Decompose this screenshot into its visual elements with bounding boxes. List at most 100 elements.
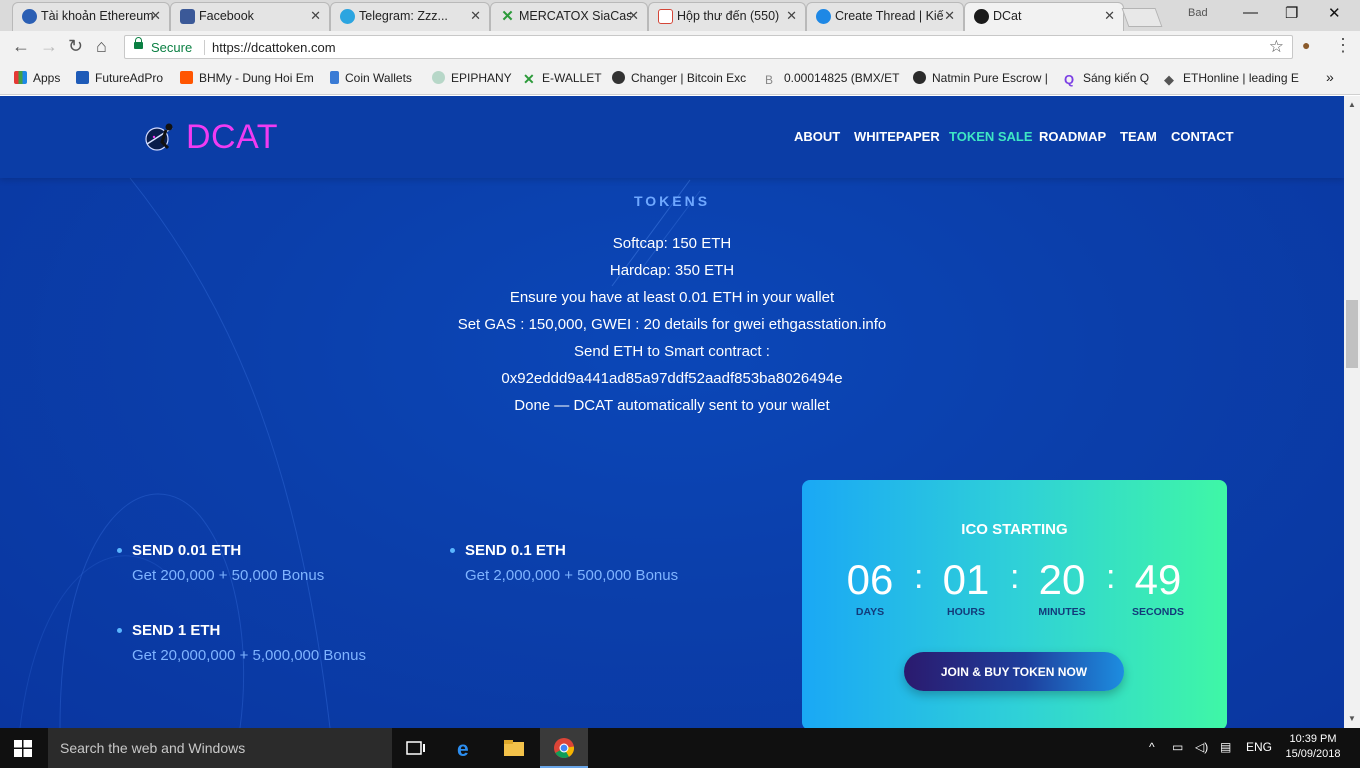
colon-separator: : — [1010, 558, 1020, 596]
bookmark-label: Sáng kiến Q — [1083, 71, 1150, 85]
seconds-label: SECONDS — [1132, 606, 1184, 618]
network-icon[interactable]: ▭ — [1172, 740, 1183, 754]
futureadpro-icon — [76, 71, 89, 84]
close-tab-icon[interactable]: ✕ — [470, 8, 481, 24]
site-logo-text[interactable]: DCAT — [186, 118, 278, 157]
bookmark-e-wallet[interactable]: ✕ E-WALLET — [523, 71, 602, 86]
language-indicator[interactable]: ENG — [1246, 740, 1272, 754]
taskbar-search[interactable]: Search the web and Windows — [48, 728, 392, 768]
forward-arrow-icon[interactable]: → — [40, 36, 58, 57]
bitmart-icon: B — [765, 73, 774, 87]
edge-browser-icon[interactable]: e — [454, 736, 478, 760]
q-icon: Q — [1064, 72, 1075, 87]
web-page: DCAT ABOUT WHITEPAPER TOKEN SALE ROADMAP… — [0, 96, 1344, 728]
close-tab-icon[interactable]: ✕ — [944, 8, 955, 24]
nav-team[interactable]: TEAM — [1120, 129, 1157, 144]
bookmark-changer[interactable]: Changer | Bitcoin Exc — [612, 71, 746, 85]
bookmark-coin-wallets[interactable]: Coin Wallets — [330, 71, 412, 85]
ethereum-icon: ◆ — [1164, 72, 1174, 87]
tab-title: Tài khoản Ethereum — [41, 9, 153, 23]
bookmark-natmin[interactable]: Natmin Pure Escrow | — [913, 71, 1048, 85]
bookmark-epiphany[interactable]: EPIPHANY — [432, 71, 512, 85]
extension-icon[interactable]: ● — [1302, 37, 1310, 53]
bookmark-label: Apps — [33, 71, 61, 85]
taskbar-clock[interactable]: 10:39 PM 15/09/2018 — [1284, 732, 1342, 762]
gas-settings-text: Set GAS : 150,000, GWEI : 20 details for… — [457, 316, 887, 333]
new-tab-button[interactable] — [1121, 8, 1163, 27]
offer-title: SEND 0.1 ETH — [465, 542, 566, 559]
url-text[interactable]: https://dcattoken.com — [212, 40, 336, 55]
tab-create-thread[interactable]: Create Thread | Kiế ✕ — [806, 2, 964, 31]
close-tab-icon[interactable]: ✕ — [628, 8, 639, 24]
file-explorer-icon[interactable] — [502, 736, 526, 760]
menu-icon[interactable]: ⋮ — [1334, 35, 1352, 56]
volume-icon[interactable]: ◁) — [1195, 740, 1208, 754]
scroll-up-icon[interactable]: ▲ — [1348, 100, 1356, 109]
hardcap-text: Hardcap: 350 ETH — [609, 262, 735, 279]
bookmark-ethonline[interactable]: ◆ ETHonline | leading E — [1164, 71, 1299, 86]
bookmark-label: 0.00014825 (BMX/ET — [784, 71, 900, 85]
more-bookmarks-icon[interactable]: » — [1326, 69, 1334, 85]
scroll-down-icon[interactable]: ▼ — [1348, 714, 1356, 723]
back-arrow-icon[interactable]: ← — [12, 36, 30, 57]
tab-title: MERCATOX SiaCas — [519, 9, 631, 23]
restore-icon[interactable]: ❐ — [1285, 4, 1298, 22]
facebook-icon — [180, 9, 195, 24]
close-tab-icon[interactable]: ✕ — [1104, 8, 1115, 24]
bookmark-bhmy[interactable]: BHMy - Dung Hoi Em — [180, 71, 314, 85]
nav-token-sale[interactable]: TOKEN SALE — [949, 129, 1033, 144]
tab-facebook[interactable]: Facebook ✕ — [170, 2, 330, 31]
ico-countdown-card: ICO STARTING 06 DAYS : 01 HOURS : 20 MIN… — [802, 480, 1227, 728]
show-hidden-icons-chevron-icon[interactable]: ^ — [1149, 740, 1155, 754]
contract-address[interactable]: 0x92eddd9a441ad85a97ddf52aadf853ba802649… — [0, 370, 1344, 387]
nav-about[interactable]: ABOUT — [794, 129, 840, 144]
close-tab-icon[interactable]: ✕ — [310, 8, 321, 24]
chrome-taskbar-button[interactable] — [540, 728, 588, 768]
offer-item: SEND 0.1 ETH Get 2,000,000 + 500,000 Bon… — [450, 542, 678, 584]
site-header: DCAT ABOUT WHITEPAPER TOKEN SALE ROADMAP… — [0, 96, 1344, 178]
bookmark-star-icon[interactable]: ☆ — [1269, 37, 1284, 57]
nav-contact[interactable]: CONTACT — [1171, 129, 1234, 144]
nav-whitepaper[interactable]: WHITEPAPER — [854, 129, 940, 144]
changer-icon — [612, 71, 625, 84]
natmin-icon — [913, 71, 926, 84]
bookmark-label: Changer | Bitcoin Exc — [631, 71, 747, 85]
bullet-icon — [450, 548, 455, 553]
windows-start-icon[interactable] — [14, 740, 32, 757]
apps-grid-icon — [14, 71, 27, 84]
dcat-logo-icon[interactable] — [142, 120, 178, 154]
colon-separator: : — [1106, 558, 1116, 596]
page-scrollbar[interactable]: ▲ ▼ — [1344, 96, 1360, 728]
nav-roadmap[interactable]: ROADMAP — [1039, 129, 1106, 144]
tab-telegram[interactable]: Telegram: Zzz... ✕ — [330, 2, 490, 31]
tab-ethereum[interactable]: Tài khoản Ethereum ✕ — [12, 2, 170, 31]
soundcloud-icon — [180, 71, 193, 84]
home-icon[interactable]: ⌂ — [96, 36, 107, 57]
notification-icon[interactable]: ▤ — [1220, 740, 1231, 754]
close-window-icon[interactable]: ✕ — [1328, 4, 1341, 22]
scroll-thumb[interactable] — [1346, 300, 1358, 368]
wallet-requirement-text: Ensure you have at least 0.01 ETH in you… — [509, 289, 835, 306]
address-bar[interactable]: Secure https://dcattoken.com ☆ — [124, 35, 1293, 59]
tab-gmail[interactable]: Hộp thư đến (550) ✕ — [648, 2, 806, 31]
epiphany-icon — [432, 71, 445, 84]
tab-mercatox[interactable]: ✕ MERCATOX SiaCas ✕ — [490, 2, 648, 31]
minutes-label: MINUTES — [1038, 606, 1086, 618]
bookmark-bmx[interactable]: B 0.00014825 (BMX/ET — [765, 71, 899, 87]
task-view-icon[interactable] — [404, 736, 428, 760]
bullet-icon — [117, 548, 122, 553]
join-buy-token-button[interactable]: JOIN & BUY TOKEN NOW — [904, 652, 1124, 691]
ico-title: ICO STARTING — [961, 521, 1068, 538]
minimize-icon[interactable]: — — [1243, 4, 1258, 21]
bullet-icon — [117, 628, 122, 633]
close-tab-icon[interactable]: ✕ — [786, 8, 797, 24]
profile-label[interactable]: Bad — [1188, 7, 1208, 19]
bookmark-apps[interactable]: Apps — [14, 71, 60, 85]
bookmark-label: EPIPHANY — [451, 71, 512, 85]
reload-icon[interactable]: ↻ — [68, 36, 83, 57]
bookmark-label: Natmin Pure Escrow | — [932, 71, 1048, 85]
close-tab-icon[interactable]: ✕ — [150, 8, 161, 24]
tab-dcat[interactable]: DCat ✕ — [964, 2, 1124, 32]
bookmark-futureadpro[interactable]: FutureAdPro — [76, 71, 163, 85]
bookmark-sang-kien[interactable]: Q Sáng kiến Q — [1064, 71, 1149, 86]
